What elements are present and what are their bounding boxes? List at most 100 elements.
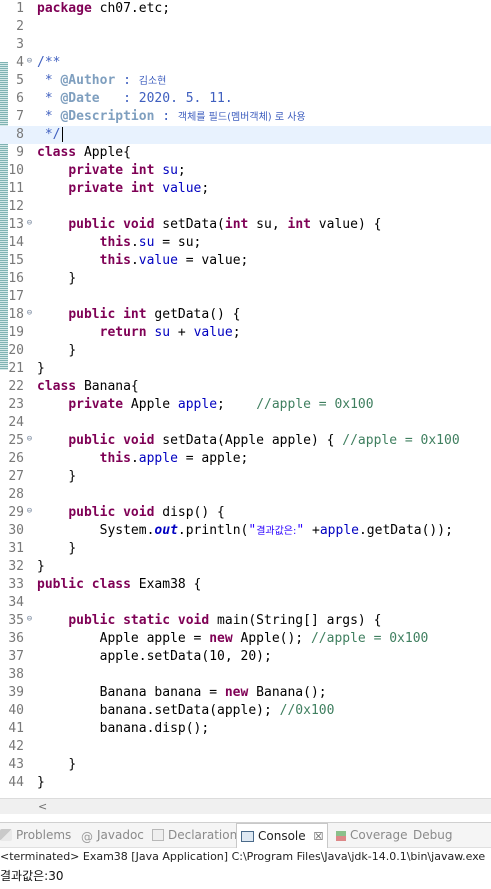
code-line: 24 bbox=[0, 414, 491, 432]
code-line: 44 } bbox=[0, 774, 491, 792]
fold-collapse-icon[interactable]: ⊖ bbox=[25, 615, 34, 624]
code-line: 5 * @Author : 김소현 bbox=[0, 72, 491, 90]
code-line: 4 ⊖ /** bbox=[0, 54, 491, 72]
code-line: 32 } bbox=[0, 558, 491, 576]
line-number: 33 bbox=[8, 577, 24, 592]
line-number: 26 bbox=[8, 451, 24, 466]
console-icon bbox=[241, 831, 254, 842]
line-number: 5 bbox=[16, 73, 24, 88]
tab-coverage[interactable]: Coverage bbox=[336, 823, 408, 847]
line-number: 9 bbox=[16, 145, 24, 160]
tab-console[interactable]: Console ☒ bbox=[236, 823, 329, 848]
tab-javadoc[interactable]: @ Javadoc bbox=[81, 823, 144, 847]
line-number: 42 bbox=[8, 739, 24, 754]
line-number: 24 bbox=[8, 415, 24, 430]
code-line: 34 bbox=[0, 594, 491, 612]
horizontal-scrollbar[interactable]: < bbox=[0, 798, 491, 814]
coverage-icon bbox=[336, 831, 346, 841]
line-number: 36 bbox=[8, 631, 24, 646]
line-number: 14 bbox=[8, 235, 24, 250]
line-number: 2 bbox=[16, 19, 24, 34]
fold-collapse-icon[interactable]: ⊖ bbox=[25, 309, 34, 318]
line-number: 11 bbox=[8, 181, 24, 196]
line-number: 21 bbox=[8, 361, 24, 376]
line-number: 31 bbox=[8, 541, 24, 556]
problems-icon bbox=[0, 829, 12, 841]
scroll-left-arrow[interactable]: < bbox=[38, 799, 47, 814]
code-line: 25 ⊖ public void setData(Apple apple) { … bbox=[0, 432, 491, 450]
code-line: 36 Apple apple = new Apple(); //apple = … bbox=[0, 630, 491, 648]
line-number: 4 bbox=[16, 55, 24, 70]
text-cursor bbox=[62, 127, 64, 142]
code-line: 17 bbox=[0, 288, 491, 306]
code-line: 41 banana.disp(); bbox=[0, 720, 491, 738]
line-number: 16 bbox=[8, 271, 24, 286]
fold-collapse-icon[interactable]: ⊖ bbox=[25, 57, 34, 66]
line-number: 20 bbox=[8, 343, 24, 358]
line-number: 6 bbox=[16, 91, 24, 106]
code-line: 33 public class Exam38 { bbox=[0, 576, 491, 594]
code-line: 6 * @Date : 2020. 5. 11. bbox=[0, 90, 491, 108]
code-line: 15 this.value = value; bbox=[0, 252, 491, 270]
line-number: 10 bbox=[8, 163, 24, 178]
line-number: 3 bbox=[16, 37, 24, 52]
code-line: 22 class Banana{ bbox=[0, 378, 491, 396]
code-line: 37 apple.setData(10, 20); bbox=[0, 648, 491, 666]
code-line: 19 return su + value; bbox=[0, 324, 491, 342]
code-line: 2 bbox=[0, 18, 491, 36]
code-line: 3 bbox=[0, 36, 491, 54]
line-number: 28 bbox=[8, 487, 24, 502]
line-number: 35 bbox=[8, 613, 24, 628]
line-number: 44 bbox=[8, 775, 24, 790]
line-number: 23 bbox=[8, 397, 24, 412]
code-line: 39 Banana banana = new Banana(); bbox=[0, 684, 491, 702]
line-number: 30 bbox=[8, 523, 24, 538]
at-sign-icon: @ bbox=[81, 830, 93, 844]
line-number: 40 bbox=[8, 703, 24, 718]
line-number: 34 bbox=[8, 595, 24, 610]
tab-debug[interactable]: Debug bbox=[413, 823, 452, 847]
code-line: 21 } bbox=[0, 360, 491, 378]
line-number: 15 bbox=[8, 253, 24, 268]
fold-collapse-icon[interactable]: ⊖ bbox=[25, 435, 34, 444]
line-number: 32 bbox=[8, 559, 24, 574]
code-line: 35 ⊖ public static void main(String[] ar… bbox=[0, 612, 491, 630]
code-line: 43 } bbox=[0, 756, 491, 774]
code-line: 13 ⊖ public void setData(int su, int val… bbox=[0, 216, 491, 234]
code-line: 12 bbox=[0, 198, 491, 216]
line-number: 18 bbox=[8, 307, 24, 322]
line-number: 7 bbox=[16, 109, 24, 124]
declaration-icon bbox=[152, 829, 164, 841]
line-number: 17 bbox=[8, 289, 24, 304]
code-line: 11 private int value; bbox=[0, 180, 491, 198]
bottom-panel-tabs: Problems @ Javadoc Declaration Console ☒ … bbox=[0, 822, 491, 848]
code-line: 28 bbox=[0, 486, 491, 504]
line-number: 25 bbox=[8, 433, 24, 448]
code-line: 16 } bbox=[0, 270, 491, 288]
tab-problems[interactable]: Problems bbox=[0, 823, 71, 847]
tab-declaration[interactable]: Declaration bbox=[152, 823, 237, 847]
line-number: 29 bbox=[8, 505, 24, 520]
code-line: 29 ⊖ public void disp() { bbox=[0, 504, 491, 522]
code-line: 31 } bbox=[0, 540, 491, 558]
code-line: 1 package ch07.etc; bbox=[0, 0, 491, 18]
code-line: 9 class Apple{ bbox=[0, 144, 491, 162]
line-number: 1 bbox=[16, 1, 24, 16]
fold-collapse-icon[interactable]: ⊖ bbox=[25, 219, 34, 228]
code-line: 14 this.su = su; bbox=[0, 234, 491, 252]
fold-collapse-icon[interactable]: ⊖ bbox=[25, 507, 34, 516]
code-editor[interactable]: 1 package ch07.etc; 2 3 4 ⊖ /** 5 * @Aut… bbox=[0, 0, 491, 798]
line-number: 39 bbox=[8, 685, 24, 700]
console-status-line: <terminated> Exam38 [Java Application] C… bbox=[0, 850, 486, 863]
code-line: 26 this.apple = apple; bbox=[0, 450, 491, 468]
code-line: 30 System.out.println("결과값은:" +apple.get… bbox=[0, 522, 491, 540]
code-line: 18 ⊖ public int getData() { bbox=[0, 306, 491, 324]
code-line: 40 banana.setData(apple); //0x100 bbox=[0, 702, 491, 720]
line-number: 43 bbox=[8, 757, 24, 772]
line-number: 13 bbox=[8, 217, 24, 232]
close-icon[interactable]: ☒ bbox=[313, 830, 323, 843]
line-number: 19 bbox=[8, 325, 24, 340]
code-line: 7 * @Description : 객체를 필드(멤버객체) 로 사용 bbox=[0, 108, 491, 126]
code-line: 23 private Apple apple; //apple = 0x100 bbox=[0, 396, 491, 414]
line-number: 41 bbox=[8, 721, 24, 736]
